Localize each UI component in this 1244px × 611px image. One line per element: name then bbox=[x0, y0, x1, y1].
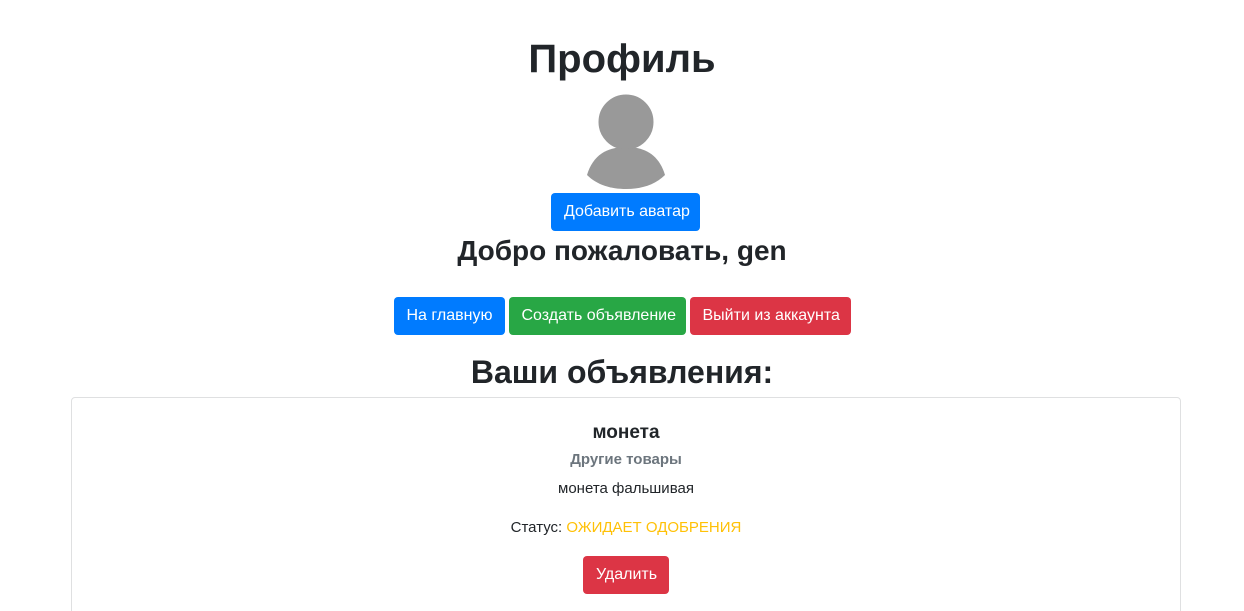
ad-category: Другие товары bbox=[570, 451, 682, 468]
page-title: Профиль bbox=[528, 37, 716, 81]
ad-title: монета bbox=[592, 422, 660, 443]
welcome-prefix: Добро пожаловать, bbox=[457, 235, 737, 266]
profile-actions: На главную Создать объявление Выйти из а… bbox=[0, 297, 1244, 335]
add-avatar-button[interactable]: Добавить аватар bbox=[551, 193, 700, 231]
user-silhouette-icon bbox=[587, 91, 665, 189]
avatar bbox=[585, 91, 667, 189]
ads-heading: Ваши объявления: bbox=[470, 354, 774, 390]
welcome-username: gen bbox=[736, 235, 787, 266]
logout-button[interactable]: Выйти из аккаунта bbox=[689, 297, 851, 335]
ad-description: монета фальшивая bbox=[558, 480, 694, 497]
ad-card: монета Другие товары монета фальшивая Ст… bbox=[71, 397, 1181, 611]
ad-status: Статус: ОЖИДАЕТ ОДОБРЕНИЯ bbox=[72, 518, 1180, 538]
delete-ad-button[interactable]: Удалить bbox=[583, 556, 669, 594]
profile-page: Профиль Добавить аватар Добро пожаловать… bbox=[0, 0, 1244, 611]
ad-status-label: Статус: bbox=[510, 519, 567, 536]
welcome-heading: Добро пожаловать, gen bbox=[0, 234, 1244, 268]
ad-status-value: ОЖИДАЕТ ОДОБРЕНИЯ bbox=[566, 519, 742, 536]
home-button[interactable]: На главную bbox=[393, 297, 505, 335]
create-ad-button[interactable]: Создать объявление bbox=[508, 297, 686, 335]
